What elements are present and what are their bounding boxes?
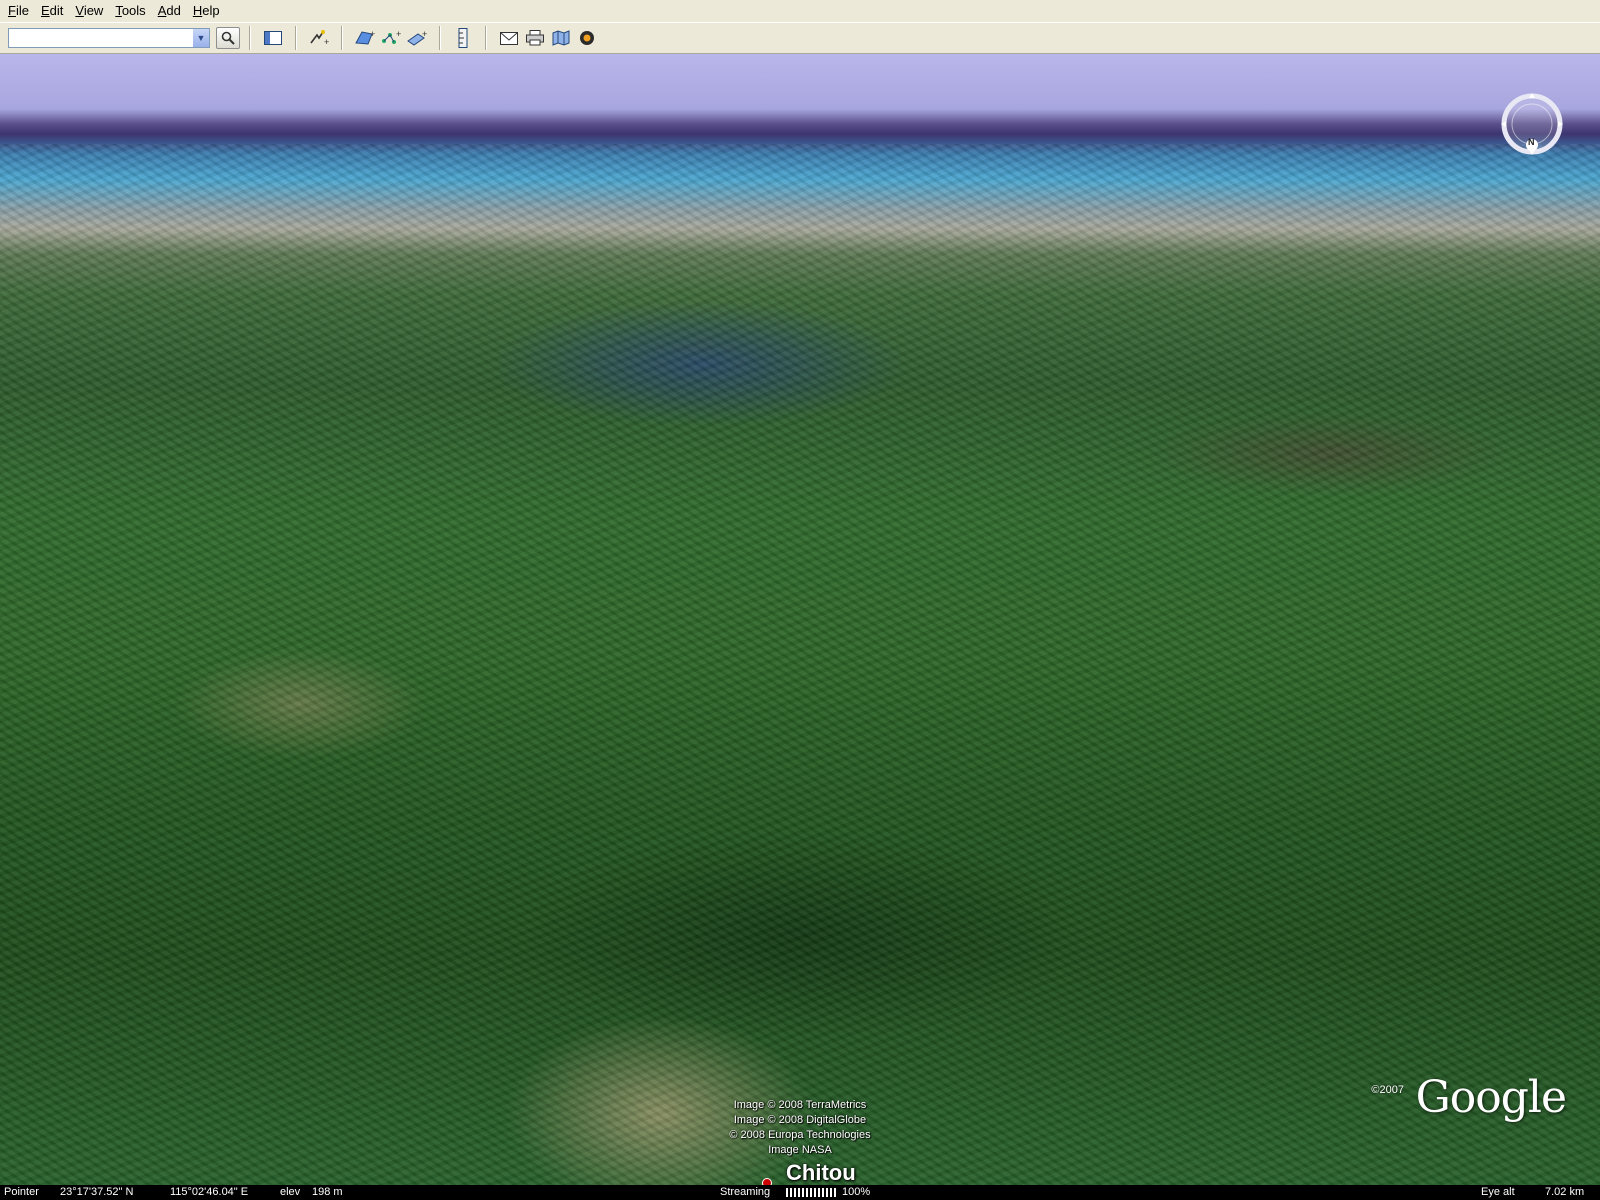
ruler-button[interactable] xyxy=(451,26,475,50)
earth-3d-view[interactable]: N Image © 2008 TerraMetrics Image © 2008… xyxy=(0,54,1600,1185)
path-icon: + xyxy=(382,29,401,44)
placemark-icon: + xyxy=(310,30,329,47)
sidebar-icon xyxy=(264,31,282,45)
svg-text:+: + xyxy=(396,29,401,39)
toolbar-separator xyxy=(439,26,441,50)
svg-text:+: + xyxy=(370,29,375,39)
email-icon xyxy=(500,31,518,45)
attribution-line: Image © 2008 DigitalGlobe xyxy=(733,1114,867,1126)
toolbar: ▼ + + + + xyxy=(0,22,1600,54)
toolbar-separator xyxy=(295,26,297,50)
print-button[interactable] xyxy=(523,26,547,50)
sky-icon xyxy=(580,31,594,45)
eye-alt-label: Eye alt xyxy=(1481,1186,1515,1198)
image-overlay-icon: + xyxy=(407,29,427,46)
menu-view[interactable]: View xyxy=(69,0,109,22)
pointer-latitude: 23°17'37.52" N xyxy=(60,1186,134,1198)
search-dropdown-button[interactable]: ▼ xyxy=(193,28,210,48)
elevation-label: elev xyxy=(280,1186,301,1198)
eye-alt-value: 7.02 km xyxy=(1545,1186,1585,1198)
compass-north-label: N xyxy=(1528,137,1535,147)
menu-bar: File Edit View Tools Add Help xyxy=(0,0,1600,22)
add-image-overlay-button[interactable]: + xyxy=(405,26,429,50)
pointer-longitude: 115°02'46.04" E xyxy=(170,1186,249,1198)
menu-file[interactable]: File xyxy=(2,0,35,22)
toolbar-separator xyxy=(249,26,251,50)
map-icon xyxy=(552,30,570,46)
search-box: ▼ xyxy=(8,27,240,49)
menu-edit[interactable]: Edit xyxy=(35,0,69,22)
attribution-line: Image NASA xyxy=(768,1144,832,1156)
attribution-line: © 2008 Europa Technologies xyxy=(729,1129,871,1141)
add-polygon-button[interactable]: + xyxy=(353,26,377,50)
search-button[interactable] xyxy=(216,27,240,49)
streaming-progress-bar xyxy=(786,1188,836,1197)
pointer-label: Pointer xyxy=(4,1186,39,1198)
navigation-compass[interactable]: N xyxy=(1500,92,1564,156)
google-logo: Google xyxy=(1415,1072,1567,1123)
search-input[interactable] xyxy=(8,28,210,48)
streaming-percent: 100% xyxy=(842,1186,871,1198)
ruler-icon xyxy=(458,28,468,48)
view-in-maps-button[interactable] xyxy=(549,26,573,50)
polygon-icon: + xyxy=(355,29,375,45)
status-bar: Pointer 23°17'37.52" N 115°02'46.04" E e… xyxy=(0,1185,1600,1200)
add-placemark-button[interactable]: + xyxy=(307,26,331,50)
toggle-sidebar-button[interactable] xyxy=(261,26,285,50)
svg-text:+: + xyxy=(324,37,329,47)
chevron-down-icon: ▼ xyxy=(196,33,206,43)
print-icon xyxy=(526,30,544,46)
svg-text:+: + xyxy=(422,29,427,39)
imagery-attribution: Image © 2008 TerraMetrics Image © 2008 D… xyxy=(705,1098,895,1158)
search-icon xyxy=(221,31,235,45)
attribution-line: Image © 2008 TerraMetrics xyxy=(733,1099,867,1111)
sky-mode-button[interactable] xyxy=(575,26,599,50)
menu-add[interactable]: Add xyxy=(152,0,187,22)
placemark-dot-icon[interactable] xyxy=(762,1178,772,1185)
menu-help[interactable]: Help xyxy=(187,0,226,22)
streaming-label: Streaming xyxy=(720,1186,771,1198)
toolbar-separator xyxy=(485,26,487,50)
menu-tools[interactable]: Tools xyxy=(109,0,151,22)
add-path-button[interactable]: + xyxy=(379,26,403,50)
elevation-value: 198 m xyxy=(312,1186,343,1198)
place-label[interactable]: Chitou xyxy=(786,1160,856,1185)
toolbar-separator xyxy=(341,26,343,50)
copyright-text: ©2007 xyxy=(1371,1084,1404,1096)
email-button[interactable] xyxy=(497,26,521,50)
